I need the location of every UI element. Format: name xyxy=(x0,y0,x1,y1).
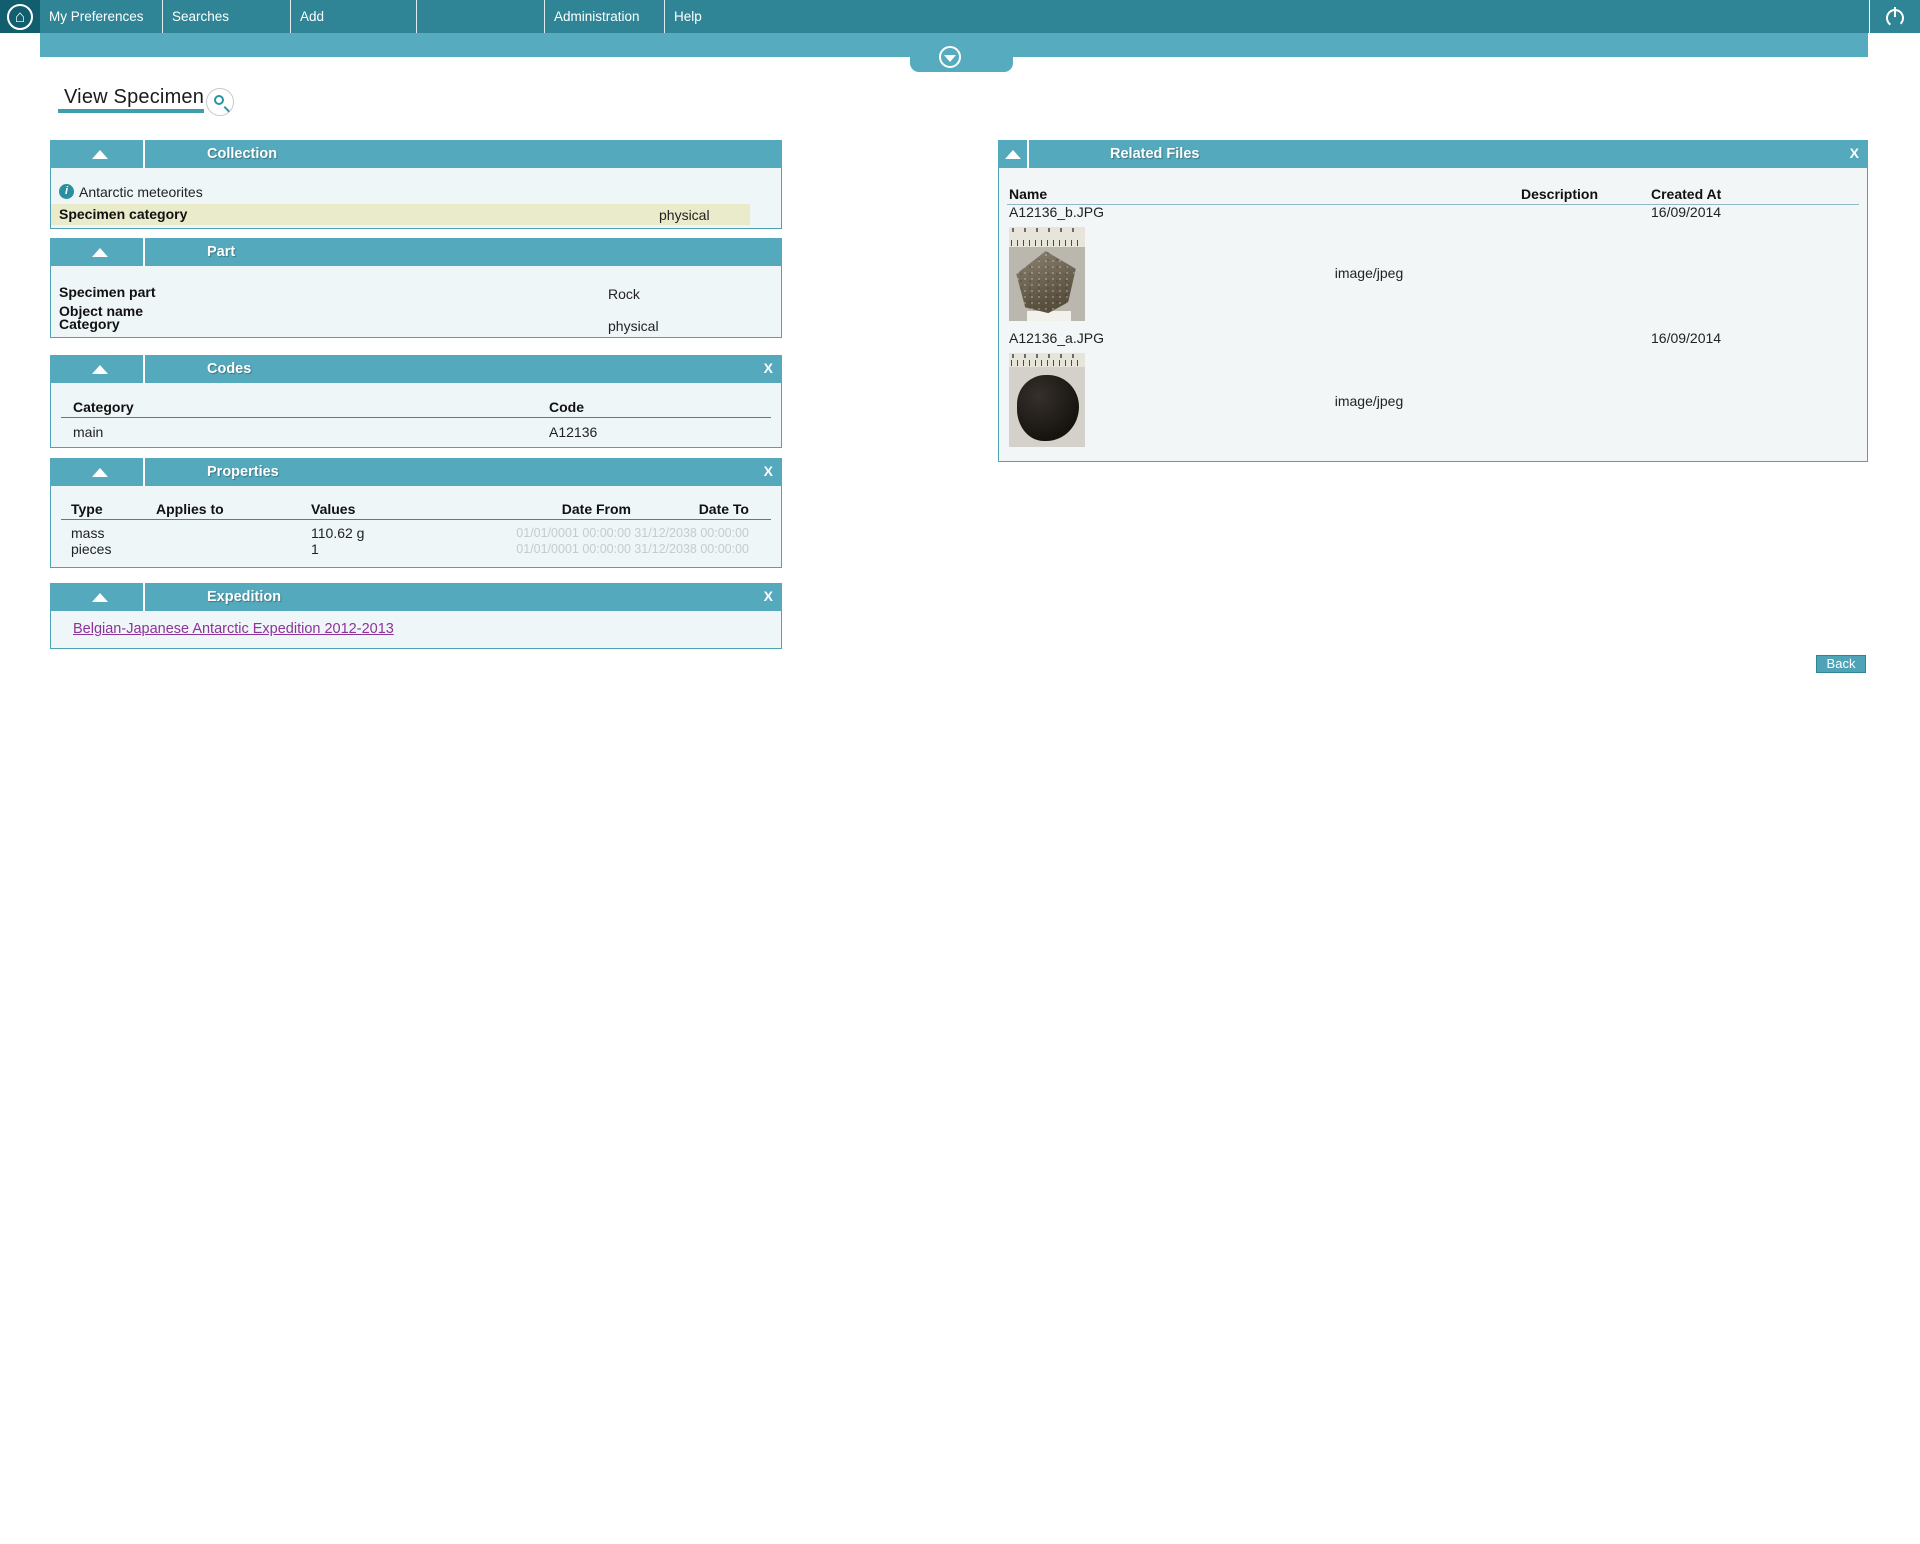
properties-panel-title: Properties xyxy=(207,464,279,480)
page-title: View Specimen xyxy=(64,86,205,108)
title-underline xyxy=(58,109,204,113)
specimen-category-label: Specimen category xyxy=(59,206,188,222)
part-collapse-button[interactable] xyxy=(50,238,143,266)
collection-name: Antarctic meteorites xyxy=(79,184,203,200)
prop-row-date-to: 31/12/2038 00:00:00 xyxy=(634,542,749,556)
file-mime-type: image/jpeg xyxy=(1334,393,1404,409)
meteorite-photo xyxy=(1017,375,1079,441)
file-created-at: 16/09/2014 xyxy=(1651,330,1722,346)
specimen-category-value: physical xyxy=(659,207,710,223)
codes-panel-title: Codes xyxy=(207,361,252,377)
codes-row-category: main xyxy=(73,424,104,440)
category-label: Category xyxy=(59,316,120,332)
chevron-down-icon[interactable] xyxy=(939,46,961,68)
prop-col-date-from: Date From xyxy=(561,501,631,517)
codes-close-button[interactable]: X xyxy=(764,360,773,376)
category-value: physical xyxy=(608,318,659,334)
arrow-up-icon xyxy=(1005,150,1021,159)
rf-col-name: Name xyxy=(1009,186,1048,202)
file-mime-type: image/jpeg xyxy=(1334,265,1404,281)
related-files-close-button[interactable]: X xyxy=(1850,145,1859,161)
codes-panel: Codes X Category Code main A12136 xyxy=(50,355,782,448)
prop-row-values: 110.62 g xyxy=(311,525,365,541)
rf-col-description: Description xyxy=(1521,186,1599,202)
prop-row-type: mass xyxy=(71,525,105,541)
nav-item-my-preferences[interactable]: My Preferences xyxy=(40,0,163,33)
arrow-up-icon xyxy=(92,150,108,159)
prop-row-date-from: 01/01/0001 00:00:00 xyxy=(516,526,631,540)
expedition-link[interactable]: Belgian-Japanese Antarctic Expedition 20… xyxy=(73,621,394,637)
home-icon: ⌂ xyxy=(7,3,33,30)
prop-col-applies: Applies to xyxy=(156,501,224,517)
collection-panel: Collection i Antarctic meteorites Specim… xyxy=(50,140,782,229)
file-created-at: 16/09/2014 xyxy=(1651,204,1722,220)
prop-row-values: 1 xyxy=(311,541,319,557)
top-navbar: ⌂ My Preferences Searches Add Administra… xyxy=(0,0,1920,33)
logout-button[interactable] xyxy=(1869,0,1920,33)
power-icon xyxy=(1886,6,1904,27)
meteorite-photo xyxy=(1016,251,1076,314)
related-files-panel-title: Related Files xyxy=(1110,146,1200,162)
nav-menu: My Preferences Searches Add Administrati… xyxy=(40,0,785,33)
prop-row-type: pieces xyxy=(71,541,112,557)
collapse-tab[interactable] xyxy=(910,57,1013,72)
nav-item-add[interactable]: Add xyxy=(291,0,417,33)
expedition-panel: Expedition X Belgian-Japanese Antarctic … xyxy=(50,583,782,649)
nav-item-administration[interactable]: Administration xyxy=(545,0,665,33)
back-button[interactable]: Back xyxy=(1816,655,1866,673)
properties-collapse-button[interactable] xyxy=(50,458,143,486)
properties-panel: Properties X Type Applies to Values Date… xyxy=(50,458,782,568)
nav-item-empty xyxy=(417,0,545,33)
codes-col-category: Category xyxy=(73,399,134,415)
ruler-strip xyxy=(1009,353,1085,367)
rf-col-created: Created At xyxy=(1651,186,1722,202)
expedition-close-button[interactable]: X xyxy=(764,588,773,604)
arrow-up-icon xyxy=(92,468,108,477)
prop-col-date-to: Date To xyxy=(698,501,749,517)
arrow-up-icon xyxy=(92,593,108,602)
specimen-part-value: Rock xyxy=(608,286,640,302)
related-files-panel: Related Files X Name Description Created… xyxy=(998,140,1868,462)
magnifier-icon[interactable] xyxy=(206,88,234,116)
collection-panel-title: Collection xyxy=(207,146,278,162)
expedition-panel-title: Expedition xyxy=(207,589,282,605)
file-thumbnail-a12136-a[interactable] xyxy=(1009,353,1085,447)
nav-item-searches[interactable]: Searches xyxy=(163,0,291,33)
properties-close-button[interactable]: X xyxy=(764,463,773,479)
info-icon: i xyxy=(59,184,74,199)
codes-col-code: Code xyxy=(549,399,584,415)
specimen-part-label: Specimen part xyxy=(59,284,156,300)
part-panel: Part Specimen part Rock Object name Cate… xyxy=(50,238,782,338)
collection-collapse-button[interactable] xyxy=(50,140,143,168)
arrow-up-icon xyxy=(92,248,108,257)
ruler-strip xyxy=(1009,227,1085,247)
part-panel-title: Part xyxy=(207,244,236,260)
file-name: A12136_b.JPG xyxy=(1009,204,1104,220)
prop-row-date-to: 31/12/2038 00:00:00 xyxy=(634,526,749,540)
prop-col-values: Values xyxy=(311,501,356,517)
nav-item-help[interactable]: Help xyxy=(665,0,785,33)
expedition-collapse-button[interactable] xyxy=(50,583,143,611)
codes-collapse-button[interactable] xyxy=(50,355,143,383)
prop-row-date-from: 01/01/0001 00:00:00 xyxy=(516,542,631,556)
file-thumbnail-a12136-b[interactable] xyxy=(1009,227,1085,321)
prop-col-type: Type xyxy=(71,501,103,517)
file-name: A12136_a.JPG xyxy=(1009,330,1104,346)
arrow-up-icon xyxy=(92,365,108,374)
codes-row-code: A12136 xyxy=(549,424,598,440)
home-button[interactable]: ⌂ xyxy=(0,0,40,33)
related-files-collapse-button[interactable] xyxy=(998,140,1027,168)
